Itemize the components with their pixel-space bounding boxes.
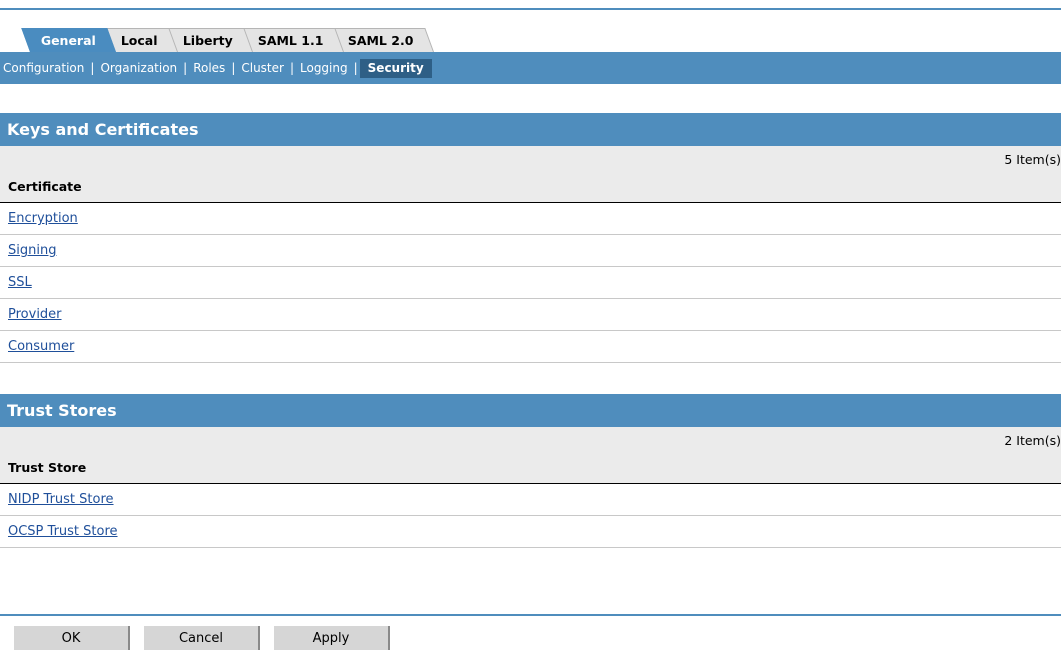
apply-button[interactable]: Apply (274, 626, 390, 650)
subnav-organization[interactable]: Organization (100, 61, 177, 75)
list-item: Encryption (0, 203, 1061, 235)
subnav-separator: | (90, 61, 95, 75)
ok-button[interactable]: OK (14, 626, 130, 650)
certificate-link-ssl[interactable]: SSL (8, 275, 32, 290)
bottom-rule (0, 614, 1061, 616)
list-item: OCSP Trust Store (0, 516, 1061, 548)
column-header-trust-store: Trust Store (0, 452, 1061, 484)
section-title: Keys and Certificates (0, 113, 1061, 146)
cancel-button[interactable]: Cancel (144, 626, 260, 650)
subnav-cluster[interactable]: Cluster (241, 61, 284, 75)
top-rule (0, 8, 1061, 10)
list-item: SSL (0, 267, 1061, 299)
subnav-separator: | (353, 61, 358, 75)
subnav-bar: Configuration | Organization | Roles | C… (0, 52, 1061, 84)
subnav-separator: | (183, 61, 188, 75)
list-item: NIDP Trust Store (0, 484, 1061, 516)
subnav-logging[interactable]: Logging (300, 61, 348, 75)
tab-saml-1-1[interactable]: SAML 1.1 (237, 28, 344, 52)
item-count-bar: 2 Item(s) (0, 427, 1061, 452)
list-item: Consumer (0, 331, 1061, 363)
trust-store-link-ocsp[interactable]: OCSP Trust Store (8, 524, 118, 539)
trust-store-link-nidp[interactable]: NIDP Trust Store (8, 492, 114, 507)
subnav-configuration[interactable]: Configuration (3, 61, 84, 75)
column-header-certificate: Certificate (0, 171, 1061, 203)
item-count-bar: 5 Item(s) (0, 146, 1061, 171)
item-count: 2 Item(s) (1004, 433, 1061, 448)
tab-general[interactable]: General (21, 28, 117, 52)
subnav-security[interactable]: Security (359, 58, 432, 78)
list-item: Signing (0, 235, 1061, 267)
item-count: 5 Item(s) (1004, 152, 1061, 167)
tab-bar: General Local Liberty SAML 1.1 SAML 2.0 (21, 25, 434, 52)
subnav-separator: | (231, 61, 236, 75)
tab-saml-2-0[interactable]: SAML 2.0 (328, 28, 434, 52)
section-title: Trust Stores (0, 394, 1061, 427)
subnav-separator: | (289, 61, 294, 75)
certificate-link-encryption[interactable]: Encryption (8, 211, 78, 226)
certificate-link-signing[interactable]: Signing (8, 243, 56, 258)
trust-stores-section: Trust Stores 2 Item(s) Trust Store NIDP … (0, 394, 1061, 548)
list-item: Provider (0, 299, 1061, 331)
certificate-link-consumer[interactable]: Consumer (8, 339, 74, 354)
subnav-roles[interactable]: Roles (193, 61, 225, 75)
button-bar: OK Cancel Apply (14, 626, 404, 650)
certificate-link-provider[interactable]: Provider (8, 307, 62, 322)
keys-and-certificates-section: Keys and Certificates 5 Item(s) Certific… (0, 113, 1061, 363)
